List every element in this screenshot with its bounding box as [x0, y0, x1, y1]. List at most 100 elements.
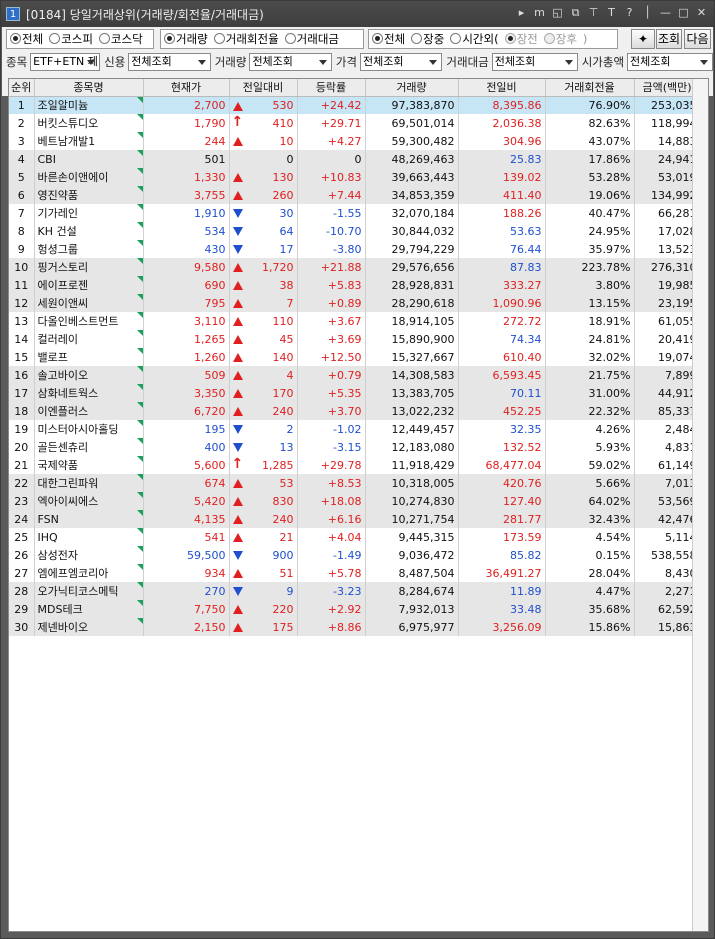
cell-rank[interactable]: 24	[9, 510, 35, 528]
cell-ratio[interactable]: 32.35	[458, 420, 546, 438]
cell-vol[interactable]: 59,300,482	[365, 132, 459, 150]
cell-chg[interactable]: 1,720	[229, 258, 298, 276]
cell-turn[interactable]: 18.91%	[545, 312, 635, 330]
cell-turn[interactable]: 76.90%	[545, 96, 635, 114]
cell-rate[interactable]: +12.50	[297, 348, 366, 366]
cell-rate[interactable]: +10.83	[297, 168, 366, 186]
cell-chg[interactable]: 64	[229, 222, 298, 240]
cell-rank[interactable]: 17	[9, 384, 35, 402]
cell-chg[interactable]: 53	[229, 474, 298, 492]
cell-rate[interactable]: +8.53	[297, 474, 366, 492]
cell-price[interactable]: 1,910	[143, 204, 230, 222]
cell-vol[interactable]: 9,445,315	[365, 528, 459, 546]
cell-name[interactable]: 에이프로젠	[34, 276, 144, 294]
cell-chg[interactable]: 17	[229, 240, 298, 258]
cell-rank[interactable]: 8	[9, 222, 35, 240]
cell-chg[interactable]: 175	[229, 618, 298, 636]
cell-rate[interactable]: +29.78	[297, 456, 366, 474]
table-row[interactable]: 23 엑아이씨에스 5,420 830 +18.08 10,274,830 127.40 64…	[9, 492, 701, 510]
cell-turn[interactable]: 15.86%	[545, 618, 635, 636]
cell-rank[interactable]: 12	[9, 294, 35, 312]
cell-ratio[interactable]: 70.11	[458, 384, 546, 402]
cell-rank[interactable]: 26	[9, 546, 35, 564]
radio-radio-group-sort-0[interactable]: 거래량	[164, 31, 208, 47]
cell-turn[interactable]: 53.28%	[545, 168, 635, 186]
cell-price[interactable]: 690	[143, 276, 230, 294]
cell-rate[interactable]: +5.35	[297, 384, 366, 402]
cell-amt[interactable]: 44,912	[634, 384, 701, 402]
cell-rate[interactable]: +29.71	[297, 114, 366, 132]
cell-name[interactable]: 대한그린파워	[34, 474, 144, 492]
cell-chg[interactable]: 0	[229, 150, 298, 168]
cell-name[interactable]: 버킷스튜디오	[34, 114, 144, 132]
title-button-icon[interactable]: □	[677, 6, 690, 20]
table-row[interactable]: 27 엠에프엠코리아 934 51 +5.78 8,487,504 36,491.27 28.…	[9, 564, 701, 582]
table-row[interactable]: 15 밸로프 1,260 140 +12.50 15,327,667 610.40 32.02…	[9, 348, 701, 366]
cell-turn[interactable]: 5.93%	[545, 438, 635, 456]
cell-name[interactable]: 미스터아시아홀딩	[34, 420, 144, 438]
cell-name[interactable]: 영진약품	[34, 186, 144, 204]
cell-turn[interactable]: 24.95%	[545, 222, 635, 240]
cell-rank[interactable]: 29	[9, 600, 35, 618]
cell-price[interactable]: 195	[143, 420, 230, 438]
table-row[interactable]: 9 헝셩그룹 430 17 -3.80 29,794,229 76.44 35.97% 13,5…	[9, 240, 701, 258]
cell-price[interactable]: 244	[143, 132, 230, 150]
cell-ratio[interactable]: 6,593.45	[458, 366, 546, 384]
cell-name[interactable]: 삼화네트웍스	[34, 384, 144, 402]
cell-amt[interactable]: 538,558	[634, 546, 701, 564]
cell-rate[interactable]: +0.79	[297, 366, 366, 384]
cell-rank[interactable]: 27	[9, 564, 35, 582]
cell-rate[interactable]: +0.89	[297, 294, 366, 312]
cell-rate[interactable]: +4.27	[297, 132, 366, 150]
filter-select-5[interactable]: 전체조회	[627, 53, 714, 71]
cell-name[interactable]: 헝셩그룹	[34, 240, 144, 258]
cell-rank[interactable]: 28	[9, 582, 35, 600]
cell-ratio[interactable]: 76.44	[458, 240, 546, 258]
cell-chg[interactable]: 900	[229, 546, 298, 564]
radio-radio-group-market-1[interactable]: 코스피	[49, 31, 93, 47]
cell-turn[interactable]: 4.54%	[545, 528, 635, 546]
cell-rank[interactable]: 16	[9, 366, 35, 384]
cell-name[interactable]: CBI	[34, 150, 144, 168]
cell-turn[interactable]: 0.15%	[545, 546, 635, 564]
cell-rate[interactable]: -10.70	[297, 222, 366, 240]
cell-price[interactable]: 534	[143, 222, 230, 240]
cell-rate[interactable]: -1.55	[297, 204, 366, 222]
cell-name[interactable]: FSN	[34, 510, 144, 528]
cell-turn[interactable]: 17.86%	[545, 150, 635, 168]
column-header-3[interactable]: 전일대비	[229, 79, 298, 97]
filter-select-1[interactable]: 전체조회	[128, 53, 211, 71]
next-button[interactable]: 다음	[684, 29, 711, 49]
column-header-4[interactable]: 등락률	[297, 79, 366, 97]
cell-vol[interactable]: 30,844,032	[365, 222, 459, 240]
cell-price[interactable]: 674	[143, 474, 230, 492]
table-row[interactable]: 18 이엔플러스 6,720 240 +3.70 13,022,232 452.25 22.3…	[9, 402, 701, 420]
cell-vol[interactable]: 28,290,618	[365, 294, 459, 312]
cell-name[interactable]: 국제약품	[34, 456, 144, 474]
cell-vol[interactable]: 32,070,184	[365, 204, 459, 222]
cell-rate[interactable]: -3.80	[297, 240, 366, 258]
cell-name[interactable]: KH 건설	[34, 222, 144, 240]
cell-ratio[interactable]: 36,491.27	[458, 564, 546, 582]
cell-amt[interactable]: 85,337	[634, 402, 701, 420]
cell-price[interactable]: 541	[143, 528, 230, 546]
cell-turn[interactable]: 32.02%	[545, 348, 635, 366]
cell-name[interactable]: 조일알미늄	[34, 96, 144, 114]
cell-name[interactable]: 오가닉티코스메틱	[34, 582, 144, 600]
table-row[interactable]: 24 FSN 4,135 240 +6.16 10,271,754 281.77 32.43%…	[9, 510, 701, 528]
cell-chg[interactable]: 30	[229, 204, 298, 222]
cell-name[interactable]: MDS테크	[34, 600, 144, 618]
table-row[interactable]: 26 삼성전자 59,500 900 -1.49 9,036,472 85.82 0.15% 5…	[9, 546, 701, 564]
table-row[interactable]: 21 국제약품 5,600 ↑ 1,285 +29.78 11,918,429 68,477.…	[9, 456, 701, 474]
filter-select-2[interactable]: 전체조회	[249, 53, 332, 71]
filter-select-3[interactable]: 전체조회	[360, 53, 443, 71]
cell-turn[interactable]: 35.68%	[545, 600, 635, 618]
cell-vol[interactable]: 10,318,005	[365, 474, 459, 492]
cell-price[interactable]: 2,700	[143, 96, 230, 114]
cell-price[interactable]: 5,420	[143, 492, 230, 510]
cell-ratio[interactable]: 132.52	[458, 438, 546, 456]
cell-rate[interactable]: -3.15	[297, 438, 366, 456]
table-row[interactable]: 22 대한그린파워 674 53 +8.53 10,318,005 420.76 5.66% 7…	[9, 474, 701, 492]
cell-ratio[interactable]: 8,395.86	[458, 96, 546, 114]
cell-vol[interactable]: 15,327,667	[365, 348, 459, 366]
